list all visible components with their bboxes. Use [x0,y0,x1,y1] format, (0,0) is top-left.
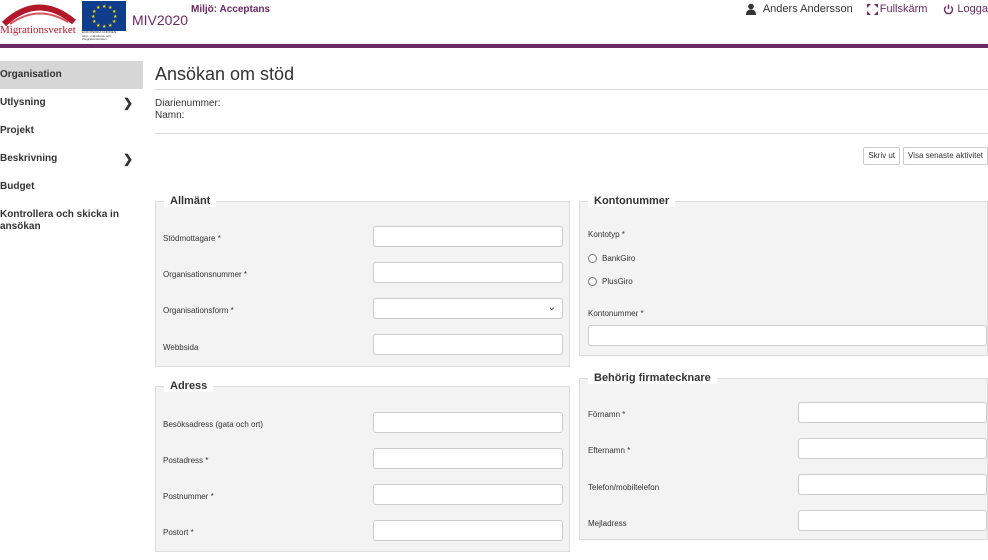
sidebar: Organisation Utlysning ❯ Projekt Beskriv… [0,61,143,241]
logout-label: Logga [957,3,988,15]
svg-text:★: ★ [96,23,101,29]
sidebar-item-label: Projekt [0,125,34,136]
power-icon [944,4,954,14]
svg-text:★: ★ [108,23,113,29]
chevron-right-icon: ❯ [122,96,133,110]
mejladress-label: Mejladress [588,519,627,528]
header-accent-bar [0,44,988,48]
organisationsnummer-input[interactable] [373,262,563,283]
sidebar-item-beskrivning[interactable]: Beskrivning ❯ [0,145,143,173]
sidebar-item-label: Organisation [0,69,62,80]
user-area: Anders Andersson Fullskärm Logga [745,3,988,15]
show-activity-button[interactable]: Visa senaste aktivitet [902,147,988,165]
radio-circle-icon [588,254,597,263]
kontonummer-legend: Kontonummer [588,195,676,207]
firmatecknare-panel: Behörig firmatecknare Förnamn * Efternam… [579,372,988,540]
sidebar-item-label: Beskrivning [0,153,58,164]
application-meta: Diarienummer: Namn: [155,90,988,133]
chevron-right-icon: ❯ [122,152,133,166]
adress-legend: Adress [164,380,214,392]
besoksadress-label: Besöksadress (gata och ort) [163,420,264,429]
fullscreen-label: Fullskärm [879,3,928,15]
stodmottagare-label: Stödmottagare * [163,234,221,243]
svg-text:★: ★ [112,19,117,25]
svg-text:★: ★ [102,4,107,10]
divider [155,133,988,134]
user-name: Anders Andersson [762,3,853,15]
app-name: MIV2020 [132,12,189,28]
plusgiro-label: PlusGiro [602,277,633,286]
main-content: Ansökan om stöd Diarienummer: Namn: Skri… [155,61,988,165]
fullscreen-icon [866,3,878,15]
plusgiro-radio[interactable]: PlusGiro [588,277,633,286]
sidebar-item-label: Budget [0,181,35,192]
postadress-label: Postadress * [163,456,209,465]
fornamn-input[interactable] [798,402,987,423]
sidebar-item-projekt[interactable]: Projekt [0,117,143,145]
namn-label: Namn: [155,110,185,121]
postort-input[interactable] [373,520,563,541]
firmatecknare-legend: Behörig firmatecknare [588,372,717,384]
sidebar-item-budget[interactable]: Budget [0,173,143,201]
bankgiro-label: BankGiro [602,254,636,263]
print-button[interactable]: Skriv ut [863,147,900,165]
logo-arc-icon [1,4,76,27]
fullscreen-button[interactable]: Fullskärm [866,3,928,15]
environment-label: Miljö: Acceptans [191,4,271,15]
sidebar-item-label: Kontrollera och skicka in ansökan [0,209,119,232]
kontonummer-input[interactable] [588,325,987,346]
allmant-panel: Allmänt Stödmottagare * Organisationsnum… [155,195,570,367]
allmant-legend: Allmänt [164,195,217,207]
diarienummer-label: Diarienummer: [155,98,221,109]
logo-text: Migrationsverket [0,24,76,36]
eu-flag-icon: ★ ★ ★ ★ ★ ★ ★ ★ ★ ★ ★ ★ [82,1,126,31]
efternamn-input[interactable] [798,438,987,459]
postnummer-label: Postnummer * [163,492,214,501]
sidebar-item-label: Utlysning [0,97,46,108]
sidebar-item-kontrollera[interactable]: Kontrollera och skicka in ansökan [0,201,143,241]
toolbar: Skriv ut Visa senaste aktivitet [863,147,988,165]
webbsida-input[interactable] [373,334,563,355]
svg-text:★: ★ [96,5,101,11]
stodmottagare-input[interactable] [373,226,563,247]
postnummer-input[interactable] [373,484,563,505]
mejladress-input[interactable] [798,510,987,531]
postadress-input[interactable] [373,448,563,469]
postort-label: Postort * [163,528,194,537]
webbsida-label: Webbsida [163,343,199,352]
sidebar-item-organisation[interactable]: Organisation [0,61,143,89]
eu-caption: EUROPEISKA UNIONEN Asyl-, migrations- oc… [82,30,117,41]
user-icon [745,3,756,15]
organisationsform-label: Organisationsform * [163,306,234,315]
telefon-input[interactable] [798,474,987,495]
organisationsform-select[interactable]: ⌄ [373,298,563,319]
migrationsverket-logo: Migrationsverket [0,0,78,40]
bankgiro-radio[interactable]: BankGiro [588,254,635,263]
besoksadress-input[interactable] [373,412,563,433]
kontotyp-label: Kontotyp * [588,230,625,239]
telefon-label: Telefon/mobiltelefon [588,483,660,492]
fornamn-label: Förnamn * [588,410,626,419]
app-header: Migrationsverket ★ ★ ★ ★ ★ ★ ★ ★ ★ ★ ★ ★ EUROPEI… [0,0,988,46]
page-title: Ansökan om stöd [155,64,295,84]
kontonummer-label: Kontonummer * [588,309,644,318]
logout-button[interactable]: Logga [943,3,988,15]
organisationsnummer-label: Organisationsnummer * [163,270,248,279]
sidebar-item-utlysning[interactable]: Utlysning ❯ [0,89,143,117]
radio-circle-icon [588,277,597,286]
chevron-down-icon: ⌄ [547,302,556,313]
kontonummer-panel: Kontonummer Kontotyp * BankGiro PlusGiro… [579,195,988,356]
adress-panel: Adress Besöksadress (gata och ort) Posta… [155,380,570,552]
efternamn-label: Efternamn * [588,446,631,455]
